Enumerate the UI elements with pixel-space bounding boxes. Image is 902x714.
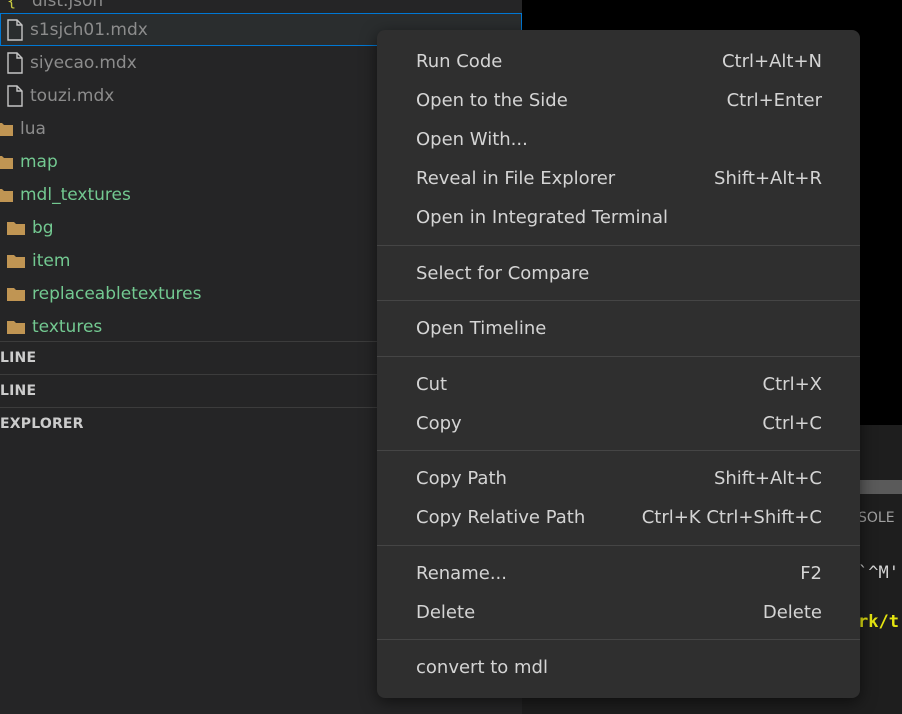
menu-separator [377, 356, 860, 357]
folder-icon [0, 187, 14, 203]
menu-item-label: Open With... [416, 128, 528, 150]
tree-item-label: dist.json [32, 0, 104, 11]
context-menu: Run Code Ctrl+Alt+N Open to the Side Ctr… [377, 30, 860, 698]
menu-item-label: Reveal in File Explorer [416, 167, 616, 189]
menu-item-label: Select for Compare [416, 262, 590, 284]
menu-item-open-with[interactable]: Open With... [377, 120, 860, 158]
tree-item-label: mdl_textures [20, 184, 131, 205]
terminal-line: rk/t [858, 612, 899, 632]
tree-item-label: bg [32, 217, 54, 238]
folder-icon [0, 121, 14, 137]
tree-item-label: siyecao.mdx [30, 52, 137, 73]
menu-item-label: Copy [416, 412, 462, 434]
file-icon [6, 18, 24, 41]
tree-item-label: s1sjch01.mdx [30, 19, 148, 40]
folder-icon [0, 154, 14, 170]
section-header-label: EXPLORER [0, 416, 84, 432]
menu-item-rename[interactable]: Rename... F2 [377, 554, 860, 592]
menu-item-shortcut: Ctrl+Enter [726, 89, 822, 111]
menu-item-select-for-compare[interactable]: Select for Compare [377, 254, 860, 292]
tree-item-label: replaceabletextures [32, 283, 202, 304]
menu-item-run-code[interactable]: Run Code Ctrl+Alt+N [377, 42, 860, 80]
file-icon [6, 84, 24, 107]
folder-icon [6, 253, 26, 269]
menu-separator [377, 245, 860, 246]
menu-item-label: Open to the Side [416, 89, 568, 111]
menu-item-label: Open Timeline [416, 317, 547, 339]
menu-item-shortcut: Delete [762, 601, 822, 623]
tree-item-label: textures [32, 316, 103, 337]
menu-item-shortcut: Shift+Alt+C [713, 467, 822, 489]
menu-item-shortcut: Ctrl+X [762, 373, 822, 395]
menu-item-cut[interactable]: Cut Ctrl+X [377, 365, 860, 403]
menu-item-convert-to-mdl[interactable]: convert to mdl [377, 648, 860, 686]
tree-item-label: map [20, 151, 58, 172]
section-header-label: LINE [0, 383, 37, 399]
menu-item-shortcut: Ctrl+C [762, 412, 822, 434]
tree-item-label: lua [20, 118, 46, 139]
menu-item-label: Copy Relative Path [416, 506, 586, 528]
folder-icon [6, 319, 26, 335]
json-file-icon: { } [6, 0, 26, 11]
menu-item-copy[interactable]: Copy Ctrl+C [377, 404, 860, 442]
menu-item-label: Run Code [416, 50, 503, 72]
menu-item-open-timeline[interactable]: Open Timeline [377, 309, 860, 347]
file-icon [6, 51, 24, 74]
section-header-label: LINE [0, 350, 37, 366]
terminal-line: `^M' [858, 563, 899, 583]
menu-item-label: Copy Path [416, 467, 507, 489]
menu-item-label: Delete [416, 601, 476, 623]
menu-item-label: convert to mdl [416, 656, 548, 678]
menu-separator [377, 300, 860, 301]
menu-item-open-to-side[interactable]: Open to the Side Ctrl+Enter [377, 81, 860, 119]
menu-item-copy-path[interactable]: Copy Path Shift+Alt+C [377, 459, 860, 497]
menu-item-open-in-integrated-terminal[interactable]: Open in Integrated Terminal [377, 198, 860, 236]
tab-debug-console[interactable]: SOLE [858, 510, 895, 526]
menu-item-delete[interactable]: Delete Delete [377, 593, 860, 631]
menu-item-reveal-in-file-explorer[interactable]: Reveal in File Explorer Shift+Alt+R [377, 159, 860, 197]
menu-item-copy-relative-path[interactable]: Copy Relative Path Ctrl+K Ctrl+Shift+C [377, 498, 860, 536]
menu-item-label: Open in Integrated Terminal [416, 206, 668, 228]
tree-item-label: touzi.mdx [30, 85, 115, 106]
menu-item-shortcut: F2 [800, 562, 822, 584]
menu-item-label: Rename... [416, 562, 507, 584]
tree-item-label: item [32, 250, 71, 271]
menu-separator [377, 450, 860, 451]
folder-icon [6, 286, 26, 302]
menu-item-shortcut: Shift+Alt+R [714, 167, 822, 189]
menu-item-label: Cut [416, 373, 448, 395]
menu-separator [377, 545, 860, 546]
menu-item-shortcut: Ctrl+K Ctrl+Shift+C [641, 506, 822, 528]
panel-scrollbar[interactable] [858, 480, 902, 494]
menu-item-shortcut: Ctrl+Alt+N [721, 50, 822, 72]
menu-separator [377, 639, 860, 640]
folder-icon [6, 220, 26, 236]
svg-text:{ }: { } [7, 0, 26, 10]
